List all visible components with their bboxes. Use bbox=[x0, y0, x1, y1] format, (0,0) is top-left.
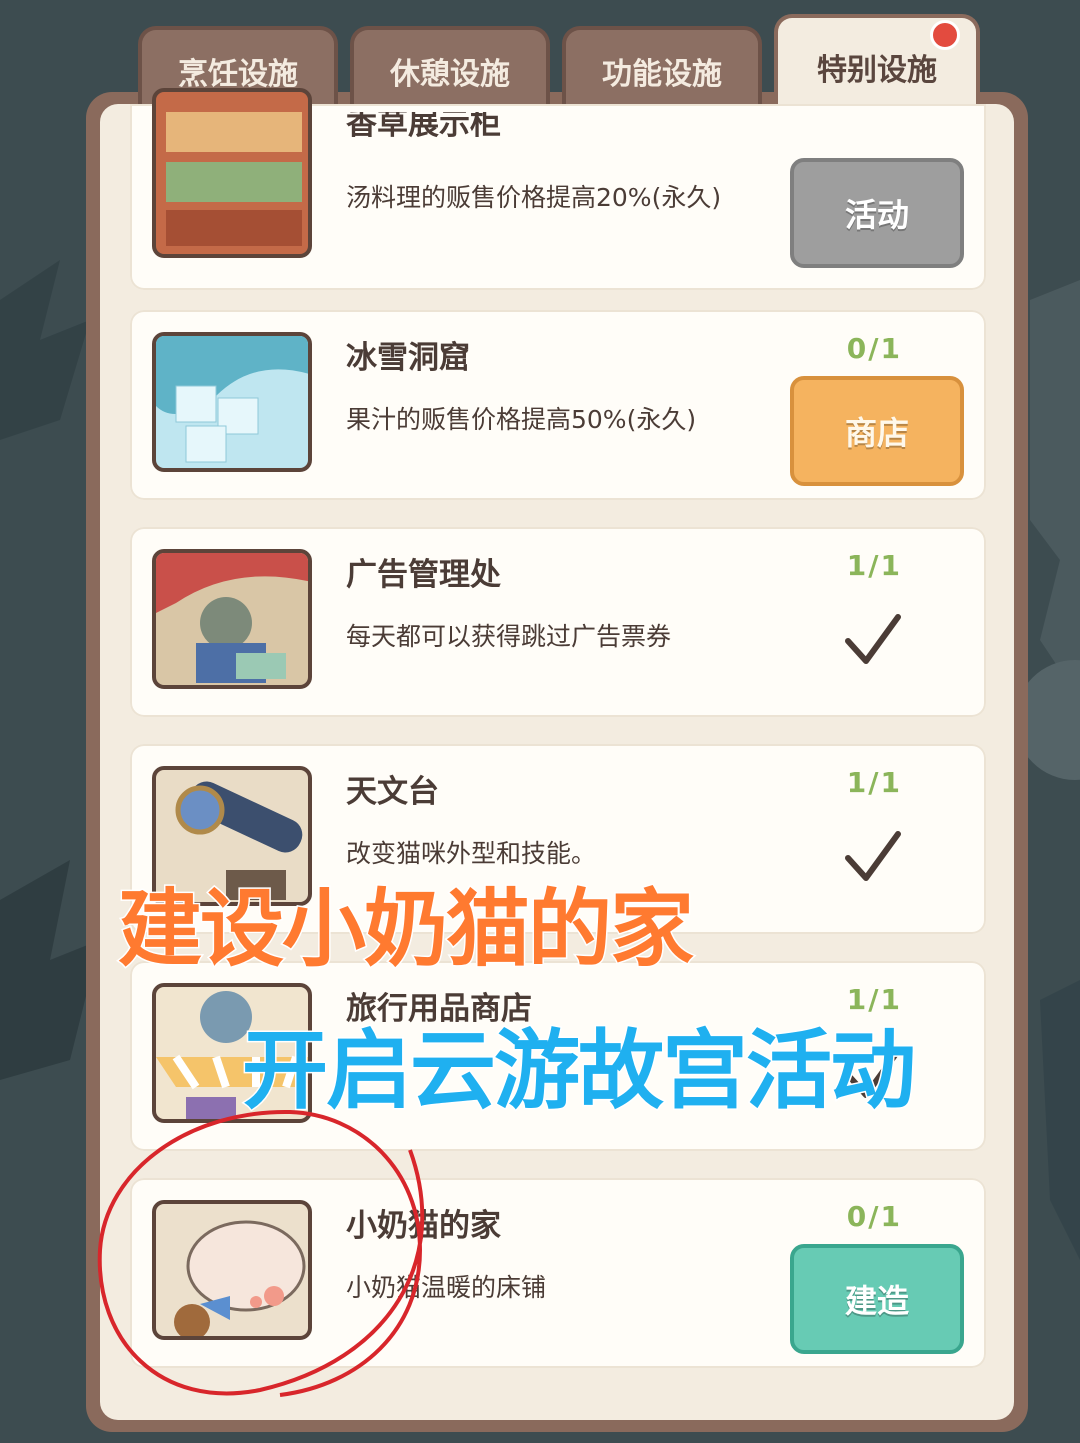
facility-count: 0/1 bbox=[846, 332, 902, 365]
facility-title: 香草展示柜 bbox=[346, 106, 501, 142]
build-button[interactable]: 建造 bbox=[790, 1244, 964, 1354]
facility-card-kitten-home: 小奶猫的家 小奶猫温暖的床铺 0/1 建造 bbox=[130, 1178, 986, 1368]
facility-desc: 小奶猫温暖的床铺 bbox=[346, 1273, 547, 1302]
checkmark-icon bbox=[845, 831, 901, 881]
tab-function[interactable]: 功能设施 bbox=[562, 26, 762, 112]
kitten-home-thumbnail bbox=[152, 1200, 312, 1340]
tab-rest[interactable]: 休憩设施 bbox=[350, 26, 550, 112]
notification-badge bbox=[930, 20, 960, 50]
facility-desc: 汤料理的贩售价格提高20%(永久) bbox=[346, 183, 722, 212]
facility-title: 冰雪洞窟 bbox=[346, 340, 470, 376]
facility-count: 1/1 bbox=[846, 549, 902, 582]
herb-cabinet-thumbnail bbox=[152, 88, 312, 258]
facility-count: 1/1 bbox=[846, 766, 902, 799]
facility-title: 广告管理处 bbox=[346, 557, 501, 593]
facility-desc: 果汁的贩售价格提高50%(永久) bbox=[346, 405, 697, 434]
ad-office-thumbnail bbox=[152, 549, 312, 689]
facility-card-herb-cabinet: 香草展示柜 汤料理的贩售价格提高20%(永久) 活动 bbox=[130, 88, 986, 290]
ice-cave-thumbnail bbox=[152, 332, 312, 472]
facility-card-ice-cave: 冰雪洞窟 果汁的贩售价格提高50%(永久) 0/1 商店 bbox=[130, 310, 986, 500]
overlay-caption-build: 建设小奶猫的家 bbox=[116, 879, 695, 980]
facility-title: 天文台 bbox=[346, 774, 439, 810]
overlay-caption-event: 开启云游故宫活动 bbox=[241, 1020, 918, 1123]
shop-button[interactable]: 商店 bbox=[790, 376, 964, 486]
checkmark-icon bbox=[845, 614, 901, 664]
facility-count: 0/1 bbox=[846, 1200, 902, 1233]
facility-card-ad-office: 广告管理处 每天都可以获得跳过广告票券 1/1 bbox=[130, 527, 986, 717]
event-button[interactable]: 活动 bbox=[790, 158, 964, 268]
facility-desc: 每天都可以获得跳过广告票券 bbox=[346, 622, 672, 651]
facility-title: 小奶猫的家 bbox=[346, 1208, 501, 1244]
